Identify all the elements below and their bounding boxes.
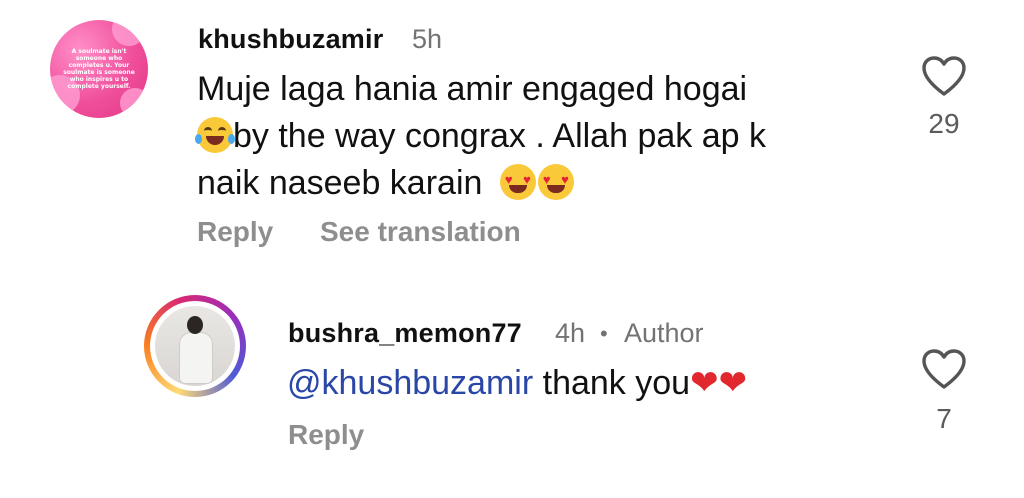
comment-text-line-2: by the way congrax . Allah pak ap k: [195, 117, 766, 156]
comment-text-line-1: Muje laga hania amir engaged hogai: [197, 70, 747, 109]
comment-username[interactable]: bushra_memon77: [288, 318, 522, 349]
meta-separator: •: [600, 321, 608, 346]
heart-outline-icon[interactable]: [921, 348, 967, 390]
heart-eyes-emoji-icon: ♥ ♥: [537, 164, 574, 200]
reply-button[interactable]: Reply: [288, 419, 364, 451]
comment-text: thank you: [533, 364, 691, 402]
laughing-with-tears-emoji-icon: [195, 117, 235, 153]
heart-outline-icon[interactable]: [921, 55, 967, 97]
red-heart-emoji-icon: ❤: [718, 364, 748, 402]
comment-text: naik naseeb karain: [197, 164, 483, 202]
like-count: 29: [928, 108, 960, 139]
comment-text: by the way congrax . Allah pak ap k: [233, 117, 766, 155]
comment-timestamp: 5h: [412, 24, 443, 54]
author-badge: Author: [624, 318, 704, 348]
heart-eyes-emoji-icon: ♥ ♥: [499, 164, 536, 200]
comment-timestamp: 4h: [555, 318, 586, 348]
avatar-quote: A soulmate isn't someone who completes u…: [63, 48, 135, 90]
reply-button[interactable]: Reply: [197, 216, 273, 248]
comment-text: Muje laga hania amir engaged hogai: [197, 70, 748, 108]
see-translation-button[interactable]: See translation: [320, 216, 521, 248]
comment-text-line-1: @khushbuzamir thank you❤❤: [287, 364, 747, 403]
mention-link[interactable]: @khushbuzamir: [287, 364, 533, 402]
comment-username[interactable]: khushbuzamir: [198, 24, 383, 55]
avatar[interactable]: A soulmate isn't someone who completes u…: [50, 20, 148, 118]
avatar[interactable]: [155, 306, 235, 386]
like-count: 7: [936, 403, 952, 434]
red-heart-emoji-icon: ❤: [690, 364, 719, 402]
comment-text-line-3: naik naseeb karain ♥ ♥ ♥ ♥: [197, 164, 574, 203]
